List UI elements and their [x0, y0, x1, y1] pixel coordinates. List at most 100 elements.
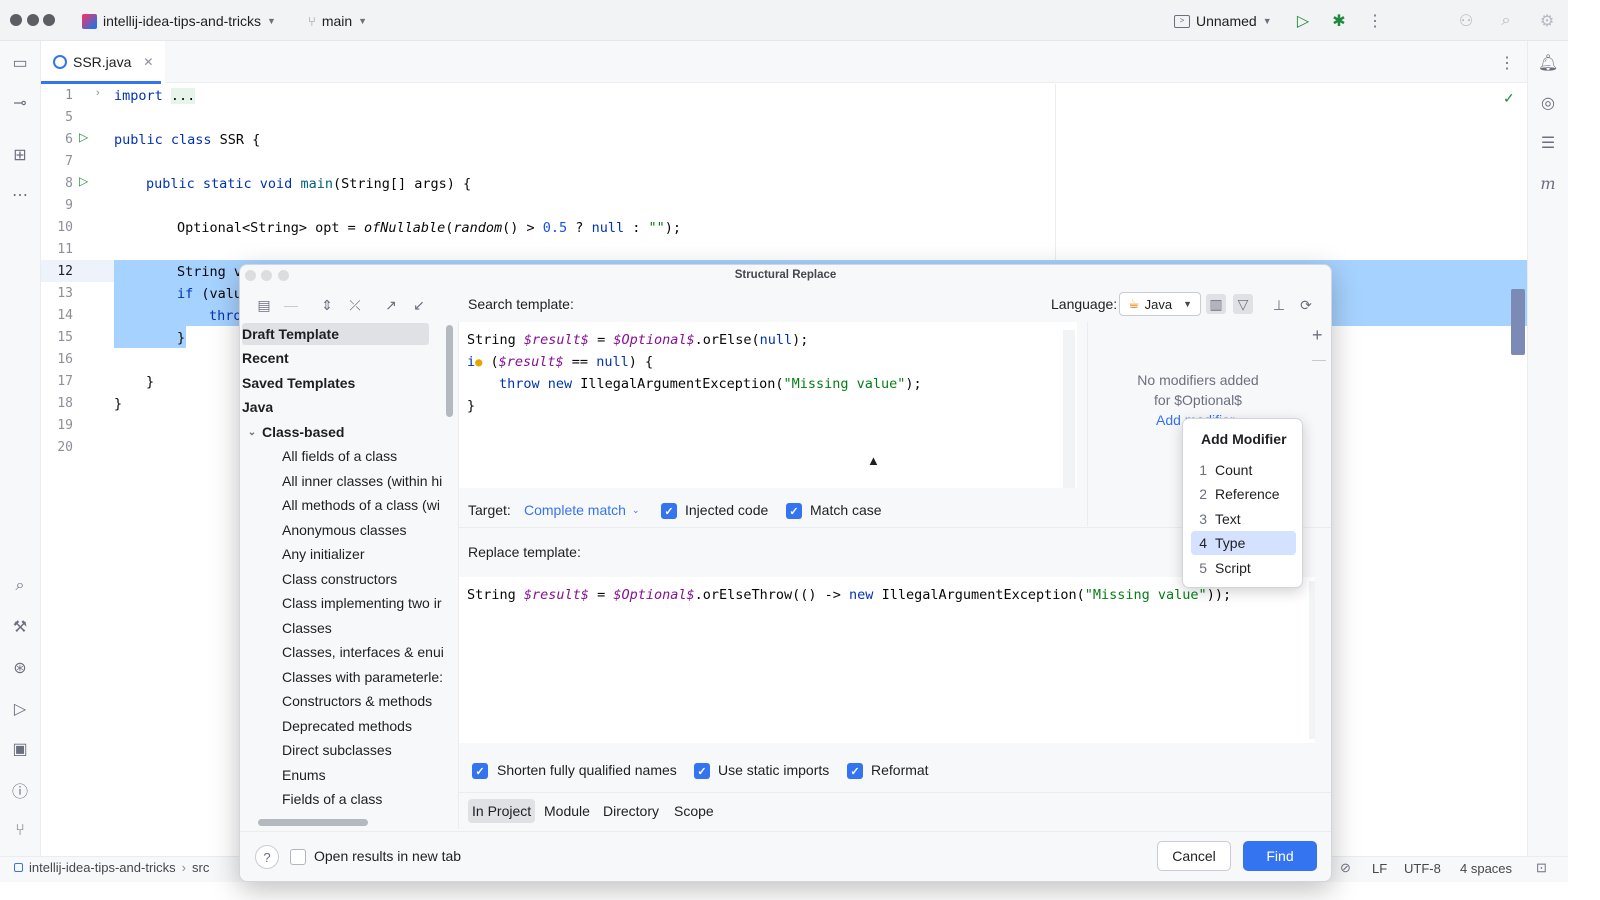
export-icon[interactable]: ↗: [382, 296, 400, 314]
cancel-button[interactable]: Cancel: [1157, 841, 1231, 871]
tree-item[interactable]: Any initializer: [282, 543, 444, 565]
expand-all-icon[interactable]: ⇕: [318, 296, 336, 314]
run-gutter-icon[interactable]: ▷: [79, 130, 93, 144]
remove-icon[interactable]: —: [282, 296, 300, 314]
folded-imports[interactable]: ...: [170, 88, 196, 104]
tree-item[interactable]: Class constructors: [282, 568, 444, 590]
ai-assistant-icon[interactable]: ◎: [1536, 91, 1560, 115]
run-gutter-icon[interactable]: ▷: [79, 174, 93, 188]
breadcrumb-src[interactable]: src: [192, 860, 209, 875]
file-encoding[interactable]: UTF-8: [1404, 861, 1441, 876]
tree-item[interactable]: Classes with parameterle:: [282, 666, 444, 688]
scope-tab-scope[interactable]: Scope: [670, 799, 718, 823]
problems-icon[interactable]: ⓘ: [8, 778, 32, 802]
inspection-ok-icon[interactable]: ✓: [1503, 90, 1515, 107]
database-icon[interactable]: ☰: [1536, 131, 1560, 155]
remove-modifier-icon[interactable]: —: [1312, 351, 1326, 367]
tree-item[interactable]: Direct subclasses: [282, 739, 444, 761]
target-dropdown[interactable]: Complete match ⌄: [524, 502, 639, 518]
tree-horizontal-scrollbar[interactable]: [258, 819, 368, 826]
editor-scrollbar-thumb[interactable]: [1511, 289, 1525, 355]
project-selector[interactable]: intellij-idea-tips-and-tricks ▼: [82, 11, 276, 31]
settings-gear-icon[interactable]: ⚙: [1536, 10, 1558, 32]
close-icon[interactable]: ✕: [143, 55, 153, 69]
run-tool-icon[interactable]: ▷: [8, 697, 32, 721]
show-filters-icon[interactable]: ▥: [1206, 294, 1226, 314]
run-icon[interactable]: ▷: [1292, 10, 1314, 32]
branch-selector[interactable]: ⑂ main ▼: [308, 11, 367, 31]
more-actions-icon[interactable]: ⋮: [1364, 10, 1386, 32]
pin-icon[interactable]: ⊥: [1270, 296, 1288, 314]
notifications-bell-icon[interactable]: 🔔︎: [1536, 51, 1560, 75]
popup-item-type[interactable]: 4 Type: [1191, 531, 1296, 555]
search-template-editor[interactable]: String $result$ = $Optional$.orElse(null…: [459, 322, 1077, 488]
import-icon[interactable]: ↙: [410, 296, 428, 314]
popup-item-text[interactable]: 3 Text: [1191, 507, 1296, 531]
scope-tab-module[interactable]: Module: [540, 799, 594, 823]
scope-tab-directory[interactable]: Directory: [599, 799, 663, 823]
open-new-tab-checkbox[interactable]: ✓: [290, 849, 306, 865]
tree-vertical-scrollbar[interactable]: [446, 325, 453, 417]
tree-item[interactable]: All fields of a class: [282, 445, 444, 467]
tree-item[interactable]: Classes: [282, 617, 444, 639]
filter-icon[interactable]: ▽: [1233, 294, 1253, 314]
build-hammer-icon[interactable]: ⚒: [8, 615, 32, 639]
popup-item-script[interactable]: 5 Script: [1191, 556, 1296, 580]
tab-options-icon[interactable]: ⋮: [1499, 53, 1515, 73]
more-tools-icon[interactable]: ⋯: [8, 183, 32, 207]
tree-item[interactable]: All inner classes (within hi: [282, 470, 444, 492]
tree-item[interactable]: Enums: [282, 764, 444, 786]
tree-item[interactable]: Constructors & methods: [282, 690, 444, 712]
fold-chevron-icon[interactable]: ›: [96, 87, 100, 99]
project-folder-icon[interactable]: ▭: [8, 51, 32, 75]
tree-item-class-based[interactable]: ⌄ Class-based: [242, 421, 345, 443]
help-button[interactable]: ?: [255, 845, 279, 869]
tree-item-saved-templates[interactable]: Saved Templates: [242, 372, 355, 394]
structure-icon[interactable]: ⊞: [8, 143, 32, 167]
tab-ssr-java[interactable]: SSR.java ✕: [41, 41, 166, 84]
scope-tab-in-project[interactable]: In Project: [468, 799, 536, 823]
language-dropdown[interactable]: ☕︎ Java ▼: [1119, 292, 1201, 316]
reformat-checkbox[interactable]: ✓: [847, 763, 863, 779]
refresh-icon[interactable]: ⟳: [1297, 296, 1315, 314]
collapse-all-icon[interactable]: ⤫: [346, 296, 364, 314]
terminal-icon[interactable]: ▣: [8, 737, 32, 761]
tree-item-draft-template[interactable]: Draft Template: [242, 323, 429, 345]
commit-icon[interactable]: ⊸: [8, 91, 32, 115]
line-separator[interactable]: LF: [1372, 861, 1387, 876]
tree-item[interactable]: Classes, interfaces & enui: [282, 641, 444, 663]
tree-item[interactable]: Fields of a class: [282, 788, 444, 810]
debug-icon[interactable]: ✱: [1328, 10, 1350, 32]
window-close-button[interactable]: [10, 14, 22, 26]
add-modifier-plus-icon[interactable]: +: [1312, 325, 1323, 346]
tree-item[interactable]: Deprecated methods: [282, 715, 444, 737]
add-user-icon[interactable]: ⚇: [1455, 10, 1477, 32]
tree-item[interactable]: Class implementing two ir: [282, 592, 444, 614]
injected-code-checkbox[interactable]: ✓: [661, 503, 677, 519]
find-icon[interactable]: ⌕: [8, 574, 32, 598]
indent-setting[interactable]: 4 spaces: [1460, 861, 1512, 876]
search-icon[interactable]: ⌕: [1495, 10, 1517, 32]
shorten-fqn-checkbox[interactable]: ✓: [472, 763, 488, 779]
static-imports-checkbox[interactable]: ✓: [694, 763, 710, 779]
window-zoom-button[interactable]: [43, 14, 55, 26]
replace-template-editor[interactable]: String $result$ = $Optional$.orElseThrow…: [459, 577, 1315, 743]
tree-item-recent[interactable]: Recent: [242, 347, 289, 369]
tree-item[interactable]: All methods of a class (wi: [282, 494, 444, 516]
find-button[interactable]: Find: [1243, 841, 1317, 871]
hide-icon[interactable]: ⊘: [1340, 860, 1351, 876]
window-minimize-button[interactable]: [27, 14, 39, 26]
popup-item-count[interactable]: 1 Count: [1191, 458, 1296, 482]
run-config-selector[interactable]: > Unnamed ▼: [1174, 11, 1272, 31]
match-case-checkbox[interactable]: ✓: [786, 503, 802, 519]
services-icon[interactable]: ⊛: [8, 656, 32, 680]
maven-icon[interactable]: m: [1536, 171, 1560, 195]
tree-item[interactable]: Anonymous classes: [282, 519, 444, 541]
save-template-icon[interactable]: ▤: [255, 296, 273, 314]
readonly-lock-icon[interactable]: ⊡: [1536, 860, 1547, 876]
breadcrumb-project[interactable]: intellij-idea-tips-and-tricks: [29, 860, 176, 875]
git-icon[interactable]: ⑂: [8, 819, 32, 843]
popup-item-reference[interactable]: 2 Reference: [1191, 482, 1296, 506]
breadcrumb[interactable]: intellij-idea-tips-and-tricks › src: [14, 860, 209, 875]
tree-item-java[interactable]: Java: [242, 396, 273, 418]
